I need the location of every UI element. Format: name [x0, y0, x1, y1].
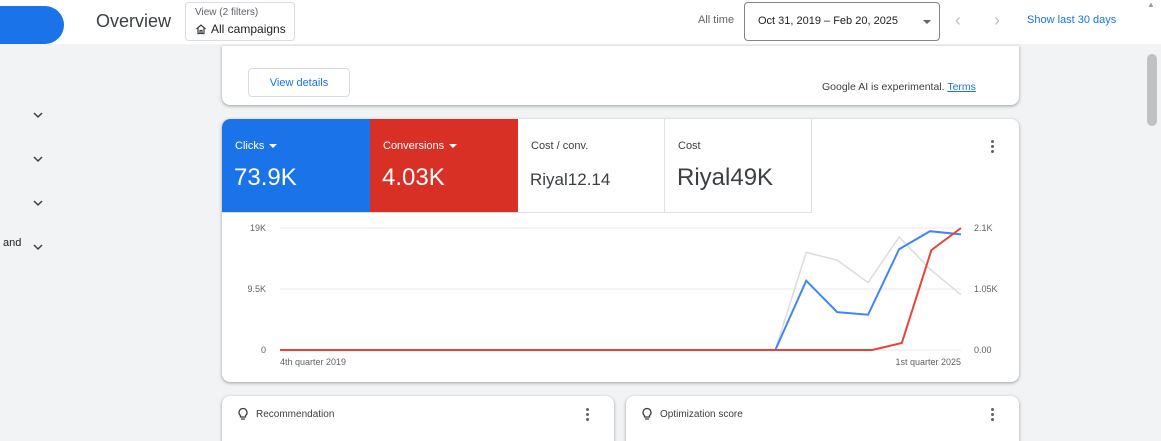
metric-conversions-label: Conversions [383, 140, 445, 152]
metric-clicks-value: 73.9K [234, 164, 297, 191]
caret-down-icon [449, 144, 458, 148]
series-line-comparison [280, 235, 962, 351]
metric-cost[interactable]: Cost Riyal49K [665, 119, 812, 212]
ai-disclaimer: Google AI is experimental. Terms [822, 81, 976, 93]
date-range-picker[interactable]: Oct 31, 2019 – Feb 20, 2025 [744, 2, 940, 41]
y-tick-label-right: 0.00 [974, 345, 992, 355]
more-vert-icon[interactable] [991, 408, 995, 423]
lightbulb-icon [642, 407, 652, 420]
sidebar-item-label[interactable]: and [3, 237, 21, 249]
x-tick-label: 4th quarter 2019 [280, 357, 346, 367]
view-filter-label: View (2 filters) [195, 7, 259, 18]
optimization-score-card: Optimization score [626, 396, 1019, 441]
y-tick-label-left: 9.5K [247, 284, 266, 294]
chevron-down-icon[interactable] [32, 241, 44, 253]
insight-card: View details Google AI is experimental. … [222, 46, 1019, 105]
metric-label: Clicks [235, 140, 278, 152]
card-title: Optimization score [660, 409, 743, 420]
chevron-down-icon [923, 20, 931, 24]
metric-cost-per-conv[interactable]: Cost / conv. Riyal12.14 [518, 119, 665, 212]
metric-cost-label: Cost [678, 140, 701, 152]
alltime-label: All time [698, 14, 735, 26]
caret-down-icon [269, 144, 278, 148]
metric-clicks[interactable]: Clicks 73.9K [222, 119, 370, 212]
y-tick-label-left: 0 [261, 345, 266, 355]
card-title: Recommendation [256, 409, 335, 420]
page-title: Overview [96, 11, 172, 31]
scroll-up-icon[interactable]: ▲ [1147, 0, 1155, 9]
show-last-30-days-link[interactable]: Show last 30 days [1027, 14, 1116, 26]
view-filter-text: All campaigns [211, 22, 286, 36]
scrollbar-thumb[interactable] [1147, 54, 1157, 126]
chevron-down-icon[interactable] [32, 109, 44, 121]
more-vert-icon[interactable] [991, 140, 995, 155]
view-filter-value: All campaigns [195, 22, 286, 36]
date-range-text: Oct 31, 2019 – Feb 20, 2025 [758, 15, 899, 27]
view-details-button[interactable]: View details [248, 68, 350, 97]
x-tick-label: 1st quarter 2025 [895, 357, 961, 367]
chevron-left-icon[interactable]: ‹ [955, 10, 961, 31]
ai-disclaimer-text: Google AI is experimental. [822, 81, 945, 93]
performance-line-chart: 19K 2.1K 9.5K 1.05K 0 0.00 4th quarter 2019 1st… [247, 223, 998, 367]
y-tick-label-left: 19K [250, 223, 266, 233]
chevron-down-icon[interactable] [32, 197, 44, 209]
y-tick-label-right: 2.1K [974, 223, 993, 233]
series-line-clicks [280, 230, 962, 351]
chevron-down-icon[interactable] [32, 153, 44, 165]
chevron-right-icon[interactable]: › [994, 10, 1000, 31]
metric-clicks-label: Clicks [235, 140, 265, 152]
home-icon [196, 24, 206, 35]
metric-conversions[interactable]: Conversions 4.03K [370, 119, 518, 212]
metric-cost-per-conv-value: Riyal12.14 [530, 170, 611, 189]
terms-link[interactable]: Terms [947, 81, 976, 93]
metric-cost-per-conv-label: Cost / conv. [531, 140, 589, 152]
y-tick-label-right: 1.05K [974, 284, 998, 294]
lightbulb-icon [238, 407, 248, 420]
metric-conversions-value: 4.03K [382, 164, 445, 191]
recommendation-card: Recommendation [222, 396, 614, 441]
metric-label: Conversions [383, 140, 458, 152]
top-bar: Overview View (2 filters) All campaigns … [0, 0, 1161, 44]
performance-chart-card: Clicks 73.9K Conversions 4.03K Cost / co… [222, 119, 1019, 382]
view-filter-selector[interactable]: View (2 filters) All campaigns [185, 2, 295, 41]
metric-cost-value: Riyal49K [677, 164, 774, 191]
create-button[interactable] [0, 6, 64, 44]
more-vert-icon[interactable] [586, 408, 590, 423]
